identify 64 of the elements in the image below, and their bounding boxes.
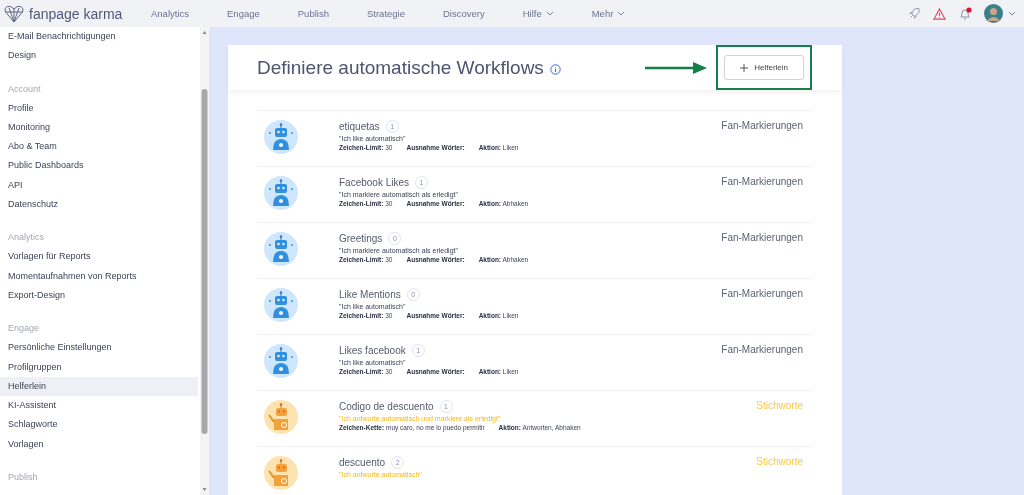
robot-avatar-icon xyxy=(264,120,298,154)
nav-link[interactable]: Publish xyxy=(278,8,348,19)
sidebar-item[interactable]: Vorlagen xyxy=(0,434,198,455)
chevron-down-icon xyxy=(617,11,626,16)
sidebar-item[interactable]: Monitoring xyxy=(0,117,198,138)
workflow-name: Likes facebook xyxy=(339,345,406,356)
sidebar-item[interactable]: Persönliche Einstellungen xyxy=(0,338,198,358)
chevron-down-icon xyxy=(545,11,554,16)
chevron-down-icon xyxy=(1008,11,1016,16)
sidebar-item[interactable]: Public Dashboards xyxy=(0,156,198,176)
nav-link[interactable]: Analytics xyxy=(132,8,208,19)
plus-icon xyxy=(740,63,749,72)
robot-avatar-icon xyxy=(264,288,298,322)
sidebar-item[interactable]: Export-Design xyxy=(0,285,198,306)
robot-avatar-icon xyxy=(264,232,298,266)
workflow-name: etiquetas xyxy=(339,121,380,132)
workflow-category: Fan-Markierungen xyxy=(721,344,803,355)
robot-avatar-icon xyxy=(264,344,298,378)
bell-icon[interactable] xyxy=(958,6,972,21)
nav-link[interactable]: Strategie xyxy=(347,8,424,19)
robot-avatar-icon xyxy=(264,456,298,490)
sidebar-item[interactable]: Helferlein xyxy=(0,376,198,397)
sidebar-item[interactable]: Design xyxy=(0,46,198,66)
section-heading: Account xyxy=(7,82,42,96)
section-heading: Analytics xyxy=(7,231,45,245)
workflow-category: Fan-Markierungen xyxy=(721,120,803,131)
sidebar-item[interactable]: Schlagworte xyxy=(0,415,198,435)
workflow-name: Codigo de descuento xyxy=(339,401,434,412)
section-heading: Engage xyxy=(7,322,41,336)
sidebar-item[interactable]: Momentaufnahmen von Reports xyxy=(0,266,198,286)
sidebar-item[interactable]: E-Mail Benachrichtigungen xyxy=(0,27,198,47)
robot-avatar-icon xyxy=(264,176,298,210)
sidebar-item[interactable]: API xyxy=(0,175,198,196)
brand-name: fanpage karma xyxy=(29,5,123,22)
robot-avatar-icon xyxy=(264,400,298,434)
nav-link[interactable]: Hilfe xyxy=(503,8,573,19)
nav-link[interactable]: Mehr xyxy=(572,8,645,19)
arrow-icon xyxy=(645,61,708,74)
page-title: Definiere automatische Workflows xyxy=(257,56,544,79)
sidebar-item[interactable]: Datenschutz xyxy=(0,195,198,215)
sidebar-item[interactable]: KI-Assistent xyxy=(0,396,198,416)
workflow-name: Facebook Likes xyxy=(339,177,410,188)
workflow-category: Stichworte xyxy=(756,456,803,467)
nav-link[interactable]: Engage xyxy=(208,8,279,19)
add-helper-button[interactable]: Helferlein xyxy=(724,55,804,80)
workflow-category: Fan-Markierungen xyxy=(721,176,803,187)
workflow-name: Greetings xyxy=(339,233,383,244)
workflow-name: Like Mentions xyxy=(339,289,401,300)
sidebar-item[interactable]: Abo & Team xyxy=(0,137,198,157)
warning-icon[interactable] xyxy=(933,7,946,20)
sidebar-item[interactable]: Profilgruppen xyxy=(0,357,198,377)
workflow-category: Fan-Markierungen xyxy=(721,232,803,243)
workflow-category: Stichworte xyxy=(756,400,803,411)
info-icon[interactable] xyxy=(549,63,561,75)
workflow-name: descuento xyxy=(339,457,386,468)
rocket-icon[interactable] xyxy=(908,7,921,20)
sidebar-item[interactable]: Profile xyxy=(0,98,198,118)
sidebar-item[interactable]: Vorlagen für Reports xyxy=(0,247,198,267)
user-avatar-icon[interactable] xyxy=(984,4,1003,23)
scrollbar[interactable] xyxy=(200,27,209,495)
nav-link[interactable]: Discovery xyxy=(424,8,504,19)
workflow-category: Fan-Markierungen xyxy=(721,288,803,299)
logo-icon xyxy=(4,4,24,23)
section-heading: Publish xyxy=(7,471,39,485)
